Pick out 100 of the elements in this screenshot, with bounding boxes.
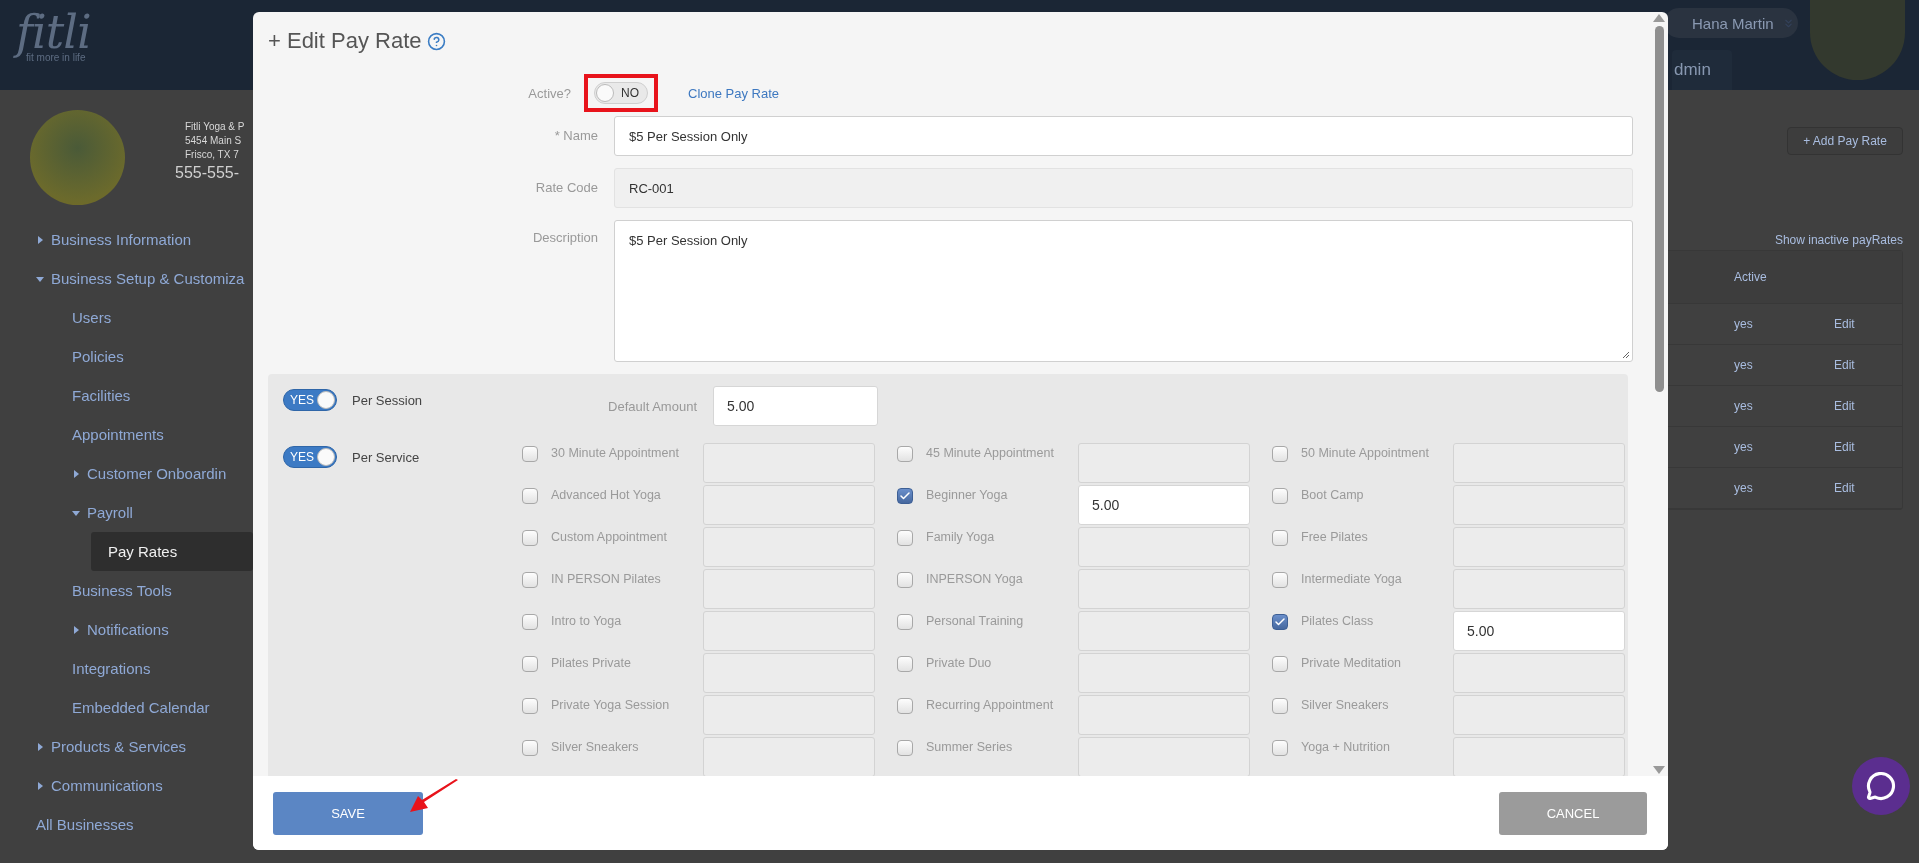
toggle-switch[interactable]: NO (594, 82, 648, 104)
amount-field[interactable] (1078, 653, 1250, 693)
caret-icon[interactable] (72, 625, 80, 634)
checkbox[interactable] (522, 446, 538, 462)
checkbox[interactable] (522, 740, 538, 756)
save-button[interactable]: SAVE (273, 791, 423, 835)
amount-field[interactable] (1453, 569, 1625, 609)
checkbox[interactable] (1272, 740, 1288, 756)
checkbox[interactable] (897, 488, 913, 504)
amount-field[interactable] (1453, 443, 1625, 483)
amount-field[interactable] (703, 569, 875, 609)
checkbox[interactable] (1272, 614, 1288, 630)
checkbox[interactable] (1272, 530, 1288, 546)
cancel-button[interactable]: CANCEL (1499, 791, 1647, 835)
checkbox[interactable] (522, 572, 538, 588)
amount-field[interactable] (1078, 527, 1250, 567)
sidebar-item[interactable]: Communications (36, 766, 253, 805)
checkbox[interactable] (897, 572, 913, 588)
amount-field[interactable] (1078, 611, 1250, 651)
amount-field[interactable] (703, 527, 875, 567)
edit-link[interactable]: Edit (1834, 358, 1902, 372)
checkbox[interactable] (522, 698, 538, 714)
sidebar-item[interactable]: Notifications (72, 610, 253, 649)
scroll-down-icon[interactable] (1653, 766, 1665, 774)
checkbox[interactable] (522, 488, 538, 504)
scroll-up-icon[interactable] (1653, 14, 1665, 22)
caret-icon[interactable] (72, 508, 80, 517)
amount-field[interactable]: 5.00 (1453, 611, 1625, 651)
amount-field[interactable] (703, 737, 875, 776)
default-amount-field[interactable]: 5.00 (713, 386, 878, 426)
sidebar-item[interactable]: Business Setup & Customiza (36, 259, 253, 298)
sidebar-item[interactable]: Pay Rates (91, 532, 253, 571)
sidebar-item[interactable]: Business Tools (72, 571, 253, 610)
scrollbar[interactable] (1650, 12, 1668, 776)
checkbox[interactable] (522, 530, 538, 546)
sidebar-item[interactable]: Business Information (36, 220, 253, 259)
amount-field[interactable] (1453, 737, 1625, 776)
sidebar-item[interactable]: Products & Services (36, 727, 253, 766)
amount-field[interactable] (703, 695, 875, 735)
amount-field[interactable] (1453, 695, 1625, 735)
service-label: Private Yoga Session (551, 697, 671, 713)
sidebar-item[interactable]: Payroll (72, 493, 253, 532)
checkbox[interactable] (1272, 698, 1288, 714)
toggle-switch[interactable]: YES (283, 446, 337, 468)
sidebar-item[interactable]: Facilities (72, 376, 253, 415)
sidebar-item[interactable]: Integrations (72, 649, 253, 688)
amount-field[interactable] (703, 611, 875, 651)
checkbox[interactable] (1272, 488, 1288, 504)
checkbox[interactable] (897, 530, 913, 546)
edit-link[interactable]: Edit (1834, 399, 1902, 413)
amount-field[interactable] (1453, 653, 1625, 693)
sidebar-item[interactable]: Embedded Calendar (72, 688, 253, 727)
service-label: Intermediate Yoga (1301, 571, 1403, 587)
service-label: Family Yoga (926, 529, 996, 545)
amount-field[interactable] (1453, 527, 1625, 567)
chat-button[interactable] (1852, 757, 1910, 815)
sidebar-item[interactable]: Users (72, 298, 253, 337)
scrollbar-thumb[interactable] (1654, 26, 1664, 392)
sidebar-item[interactable]: Customer Onboardin (72, 454, 253, 493)
caret-icon[interactable] (72, 469, 80, 478)
nav-tab[interactable]: dmin (1672, 50, 1732, 90)
service-label: INPERSON Yoga (926, 571, 1024, 587)
amount-field[interactable] (703, 485, 875, 525)
sidebar-item[interactable]: Policies (72, 337, 253, 376)
amount-field[interactable]: 5.00 (1078, 485, 1250, 525)
check-icon (1274, 616, 1286, 628)
edit-link[interactable]: Edit (1834, 481, 1902, 495)
resize-grip-icon[interactable] (1622, 351, 1630, 359)
amount-field[interactable] (703, 653, 875, 693)
toggle-switch[interactable]: YES (283, 389, 337, 411)
clone-pay-rate-link[interactable]: Clone Pay Rate (688, 85, 780, 101)
input-field[interactable]: $5 Per Session Only (614, 116, 1633, 156)
checkbox[interactable] (897, 740, 913, 756)
amount-field[interactable] (703, 443, 875, 483)
caret-icon[interactable] (36, 235, 44, 244)
edit-link[interactable]: Edit (1834, 317, 1902, 331)
caret-icon[interactable] (36, 781, 44, 790)
add-pay-rate-button[interactable]: + Add Pay Rate (1787, 127, 1903, 155)
checkbox[interactable] (1272, 656, 1288, 672)
amount-field[interactable] (1453, 485, 1625, 525)
checkbox[interactable] (897, 446, 913, 462)
amount-field[interactable] (1078, 569, 1250, 609)
checkbox[interactable] (1272, 572, 1288, 588)
caret-icon[interactable] (36, 742, 44, 751)
help-icon[interactable] (427, 31, 447, 51)
amount-field[interactable] (1078, 695, 1250, 735)
checkbox[interactable] (1272, 446, 1288, 462)
checkbox[interactable] (897, 656, 913, 672)
checkbox[interactable] (522, 614, 538, 630)
checkbox[interactable] (897, 698, 913, 714)
description-textarea[interactable]: $5 Per Session Only (614, 220, 1633, 362)
sidebar-item[interactable]: Appointments (72, 415, 253, 454)
checkbox[interactable] (522, 656, 538, 672)
option-label: Per Session (352, 392, 423, 408)
edit-link[interactable]: Edit (1834, 440, 1902, 454)
caret-icon[interactable] (36, 274, 44, 283)
sidebar-item[interactable]: All Businesses (36, 805, 253, 844)
checkbox[interactable] (897, 614, 913, 630)
amount-field[interactable] (1078, 737, 1250, 776)
amount-field[interactable] (1078, 443, 1250, 483)
